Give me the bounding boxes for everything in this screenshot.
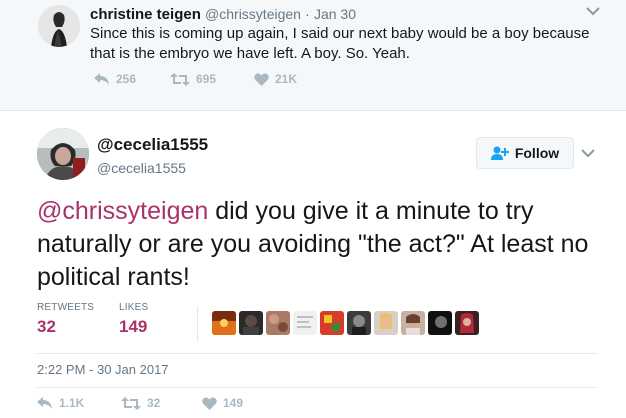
- heart-icon: [202, 396, 217, 410]
- parent-tweet-header: christine teigen @chrissyteigen · Jan 30: [90, 6, 356, 23]
- reply-icon: [94, 72, 109, 85]
- follow-button[interactable]: Follow: [476, 137, 574, 169]
- liker-avatar[interactable]: [455, 311, 479, 335]
- main-tweet-text: @chrissyteigen did you give it a minute …: [37, 195, 597, 294]
- main-author-name[interactable]: @cecelia1555: [97, 135, 208, 155]
- parent-tweet-time[interactable]: Jan 30: [314, 6, 356, 22]
- retweet-count: 32: [147, 396, 161, 410]
- header-separator: ·: [305, 6, 310, 22]
- retweets-value: 32: [37, 317, 56, 336]
- tweet-timestamp[interactable]: 2:22 PM - 30 Jan 2017: [37, 362, 169, 377]
- parent-retweet-count: 695: [196, 72, 217, 86]
- parent-reply-count: 256: [116, 72, 137, 86]
- follow-button-label: Follow: [514, 145, 560, 161]
- like-button[interactable]: 149: [202, 396, 243, 410]
- reply-icon: [37, 396, 52, 409]
- likes-label: LIKES: [119, 302, 149, 313]
- liker-avatar[interactable]: [266, 311, 290, 335]
- liker-avatar[interactable]: [212, 311, 236, 335]
- likes-value: 149: [119, 317, 148, 336]
- liker-avatar[interactable]: [401, 311, 425, 335]
- mention-link[interactable]: @chrissyteigen: [37, 197, 208, 225]
- parent-like-button[interactable]: 21K: [254, 72, 297, 86]
- retweet-button[interactable]: 32: [121, 396, 160, 410]
- retweets-label: RETWEETS: [37, 302, 95, 313]
- chevron-down-icon[interactable]: [581, 148, 595, 158]
- main-author-handle[interactable]: @cecelia1555: [97, 160, 186, 176]
- liker-avatars: [212, 311, 479, 335]
- chevron-down-icon[interactable]: [586, 6, 600, 16]
- retweets-stat[interactable]: RETWEETS 32: [37, 302, 94, 337]
- parent-like-count: 21K: [275, 72, 298, 86]
- liker-avatar[interactable]: [374, 311, 398, 335]
- parent-reply-button[interactable]: 256: [94, 72, 136, 86]
- like-count: 149: [223, 396, 244, 410]
- main-author-avatar[interactable]: [37, 128, 89, 180]
- retweet-icon: [170, 72, 190, 86]
- add-user-icon: [490, 146, 509, 160]
- divider: [37, 353, 597, 354]
- heart-icon: [254, 72, 269, 86]
- tweet-stats: RETWEETS 32 LIKES 149: [37, 302, 597, 350]
- parent-author-handle[interactable]: @chrissyteigen: [205, 6, 301, 22]
- parent-author-name[interactable]: christine teigen: [90, 6, 201, 23]
- parent-tweet-text: Since this is coming up again, I said ou…: [90, 25, 590, 62]
- likes-stat[interactable]: LIKES 149: [119, 302, 148, 337]
- reply-count: 1.1K: [59, 396, 85, 410]
- liker-avatar[interactable]: [347, 311, 371, 335]
- liker-avatar[interactable]: [428, 311, 452, 335]
- retweet-icon: [121, 396, 141, 410]
- reply-button[interactable]: 1.1K: [37, 396, 84, 410]
- parent-tweet[interactable]: christine teigen @chrissyteigen · Jan 30…: [0, 0, 626, 111]
- parent-retweet-button[interactable]: 695: [170, 72, 216, 86]
- parent-author-avatar[interactable]: [38, 5, 80, 47]
- liker-avatar[interactable]: [293, 311, 317, 335]
- stats-divider: [197, 306, 198, 342]
- liker-avatar[interactable]: [320, 311, 344, 335]
- liker-avatar[interactable]: [239, 311, 263, 335]
- divider: [37, 387, 597, 388]
